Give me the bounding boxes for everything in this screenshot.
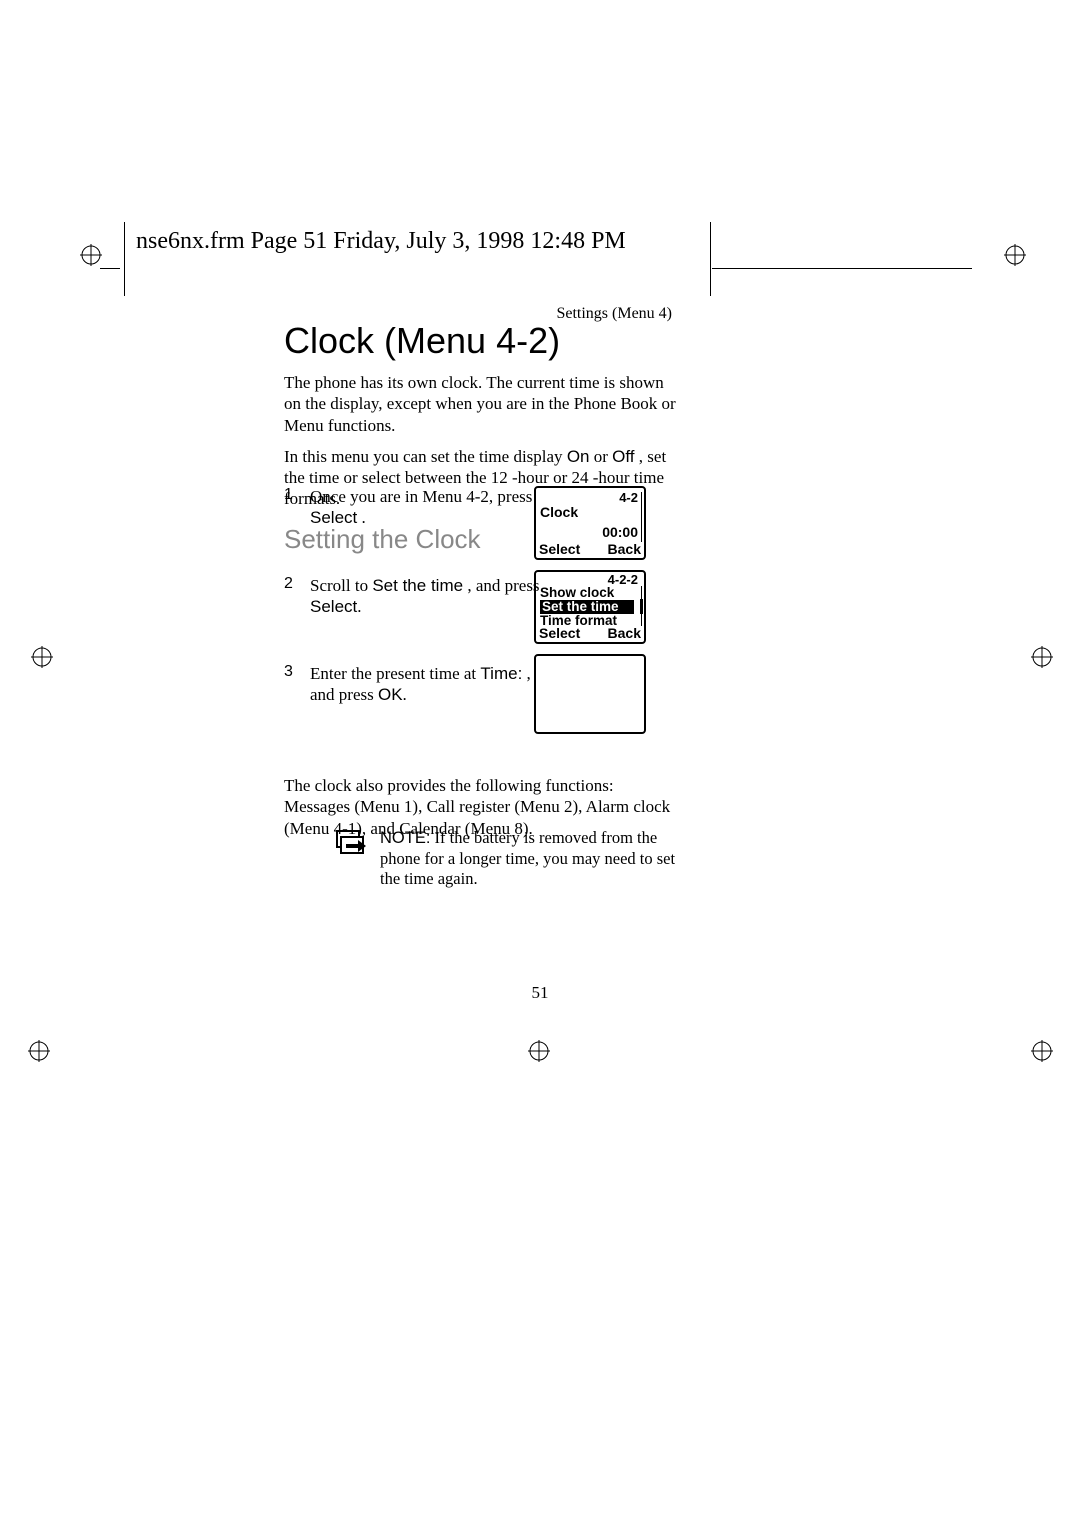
page-title: Clock (Menu 4-2) xyxy=(284,320,679,362)
note-arrow-icon xyxy=(336,830,370,861)
text: or xyxy=(590,447,613,466)
page-frame-header: nse6nx.frm Page 51 Friday, July 3, 1998 … xyxy=(136,228,626,255)
crop-mark-icon xyxy=(1004,244,1026,266)
page-number: 51 xyxy=(0,983,1080,1003)
phone-screen-clock: 4-2 Clock 00:00 Select Back xyxy=(534,486,646,560)
text: Once you are in Menu 4-2, press xyxy=(310,487,532,506)
label-off: Off xyxy=(612,447,634,466)
scrollbar-thumb-icon xyxy=(640,599,643,614)
command-label: OK xyxy=(378,685,403,704)
note-text: NOTE: If the battery is removed from the… xyxy=(380,828,680,890)
screen-time: 00:00 xyxy=(602,524,638,540)
crop-mark-icon xyxy=(31,646,53,668)
step-number: 3 xyxy=(284,663,300,681)
softkey-right: Back xyxy=(608,625,641,641)
list-item: Show clock xyxy=(540,586,634,600)
text: . xyxy=(357,597,361,616)
rule xyxy=(710,222,711,296)
label-on: On xyxy=(567,447,590,466)
step-number: 2 xyxy=(284,575,300,593)
text: In this menu you can set the time displa… xyxy=(284,447,567,466)
softkey-right: Back xyxy=(608,541,641,557)
rule xyxy=(124,222,125,296)
rule xyxy=(712,268,972,269)
softkey-left: Select xyxy=(539,625,580,641)
menu-number: 4-2 xyxy=(619,490,638,505)
crop-mark-icon xyxy=(1031,646,1053,668)
command-label: Select xyxy=(310,597,357,616)
text: Enter the present time at xyxy=(310,664,480,683)
crop-mark-icon xyxy=(28,1040,50,1062)
crop-mark-icon xyxy=(1031,1040,1053,1062)
command-label: Set the time xyxy=(372,576,463,595)
text: . xyxy=(357,508,366,527)
note-label: NOTE: xyxy=(380,829,430,847)
text: , and press xyxy=(463,576,539,595)
rule xyxy=(100,268,120,269)
text: . xyxy=(403,685,407,704)
crop-mark-icon xyxy=(80,244,102,266)
text: Scroll to xyxy=(310,576,372,595)
phone-screen-list: 4-2-2 Show clock Set the time Time forma… xyxy=(534,570,646,644)
step-number: 1 xyxy=(284,486,300,504)
softkey-left: Select xyxy=(539,541,580,557)
command-label: Select xyxy=(310,508,357,527)
list-item-selected: Set the time xyxy=(540,600,634,614)
crop-mark-icon xyxy=(528,1040,550,1062)
note-block: NOTE: If the battery is removed from the… xyxy=(336,828,680,890)
intro-paragraph-1: The phone has its own clock. The current… xyxy=(284,372,679,436)
command-label: Time: xyxy=(480,664,522,683)
screen-title: Clock xyxy=(540,504,578,520)
phone-screen-blank xyxy=(534,654,646,734)
scrollbar-icon xyxy=(641,492,642,542)
